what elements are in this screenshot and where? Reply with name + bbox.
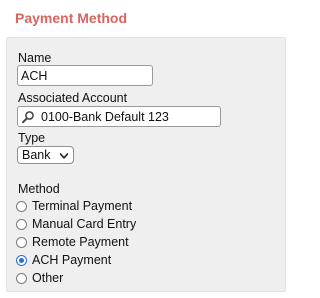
radio-label: Terminal Payment — [32, 199, 133, 213]
radio-remote-payment[interactable] — [16, 236, 27, 248]
method-option-other[interactable]: Other — [16, 270, 63, 286]
name-input[interactable] — [17, 65, 153, 86]
radio-ach-payment[interactable] — [16, 254, 27, 266]
associated-account-label: Associated Account — [18, 91, 128, 105]
method-option-remote-payment[interactable]: Remote Payment — [16, 234, 129, 250]
radio-terminal-payment[interactable] — [16, 200, 27, 212]
search-icon[interactable] — [21, 110, 35, 124]
chevron-down-icon — [59, 150, 69, 160]
radio-label: Remote Payment — [32, 235, 129, 249]
payment-method-heading: Payment Method — [15, 10, 128, 26]
associated-account-field[interactable]: 0100-Bank Default 123 — [17, 106, 221, 127]
radio-other[interactable] — [16, 272, 27, 284]
radio-manual-card-entry[interactable] — [16, 218, 27, 230]
method-option-terminal-payment[interactable]: Terminal Payment — [16, 198, 132, 214]
name-label: Name — [18, 51, 52, 65]
radio-label: ACH Payment — [32, 253, 112, 267]
method-label: Method — [18, 182, 60, 196]
radio-label: Manual Card Entry — [32, 217, 137, 231]
type-select-value: Bank — [22, 148, 51, 162]
type-select[interactable]: Bank — [17, 146, 74, 164]
method-option-ach-payment[interactable]: ACH Payment — [16, 252, 111, 268]
associated-account-value: 0100-Bank Default 123 — [41, 109, 169, 124]
radio-label: Other — [32, 271, 64, 285]
type-label: Type — [18, 131, 46, 145]
method-option-manual-card-entry[interactable]: Manual Card Entry — [16, 216, 136, 232]
